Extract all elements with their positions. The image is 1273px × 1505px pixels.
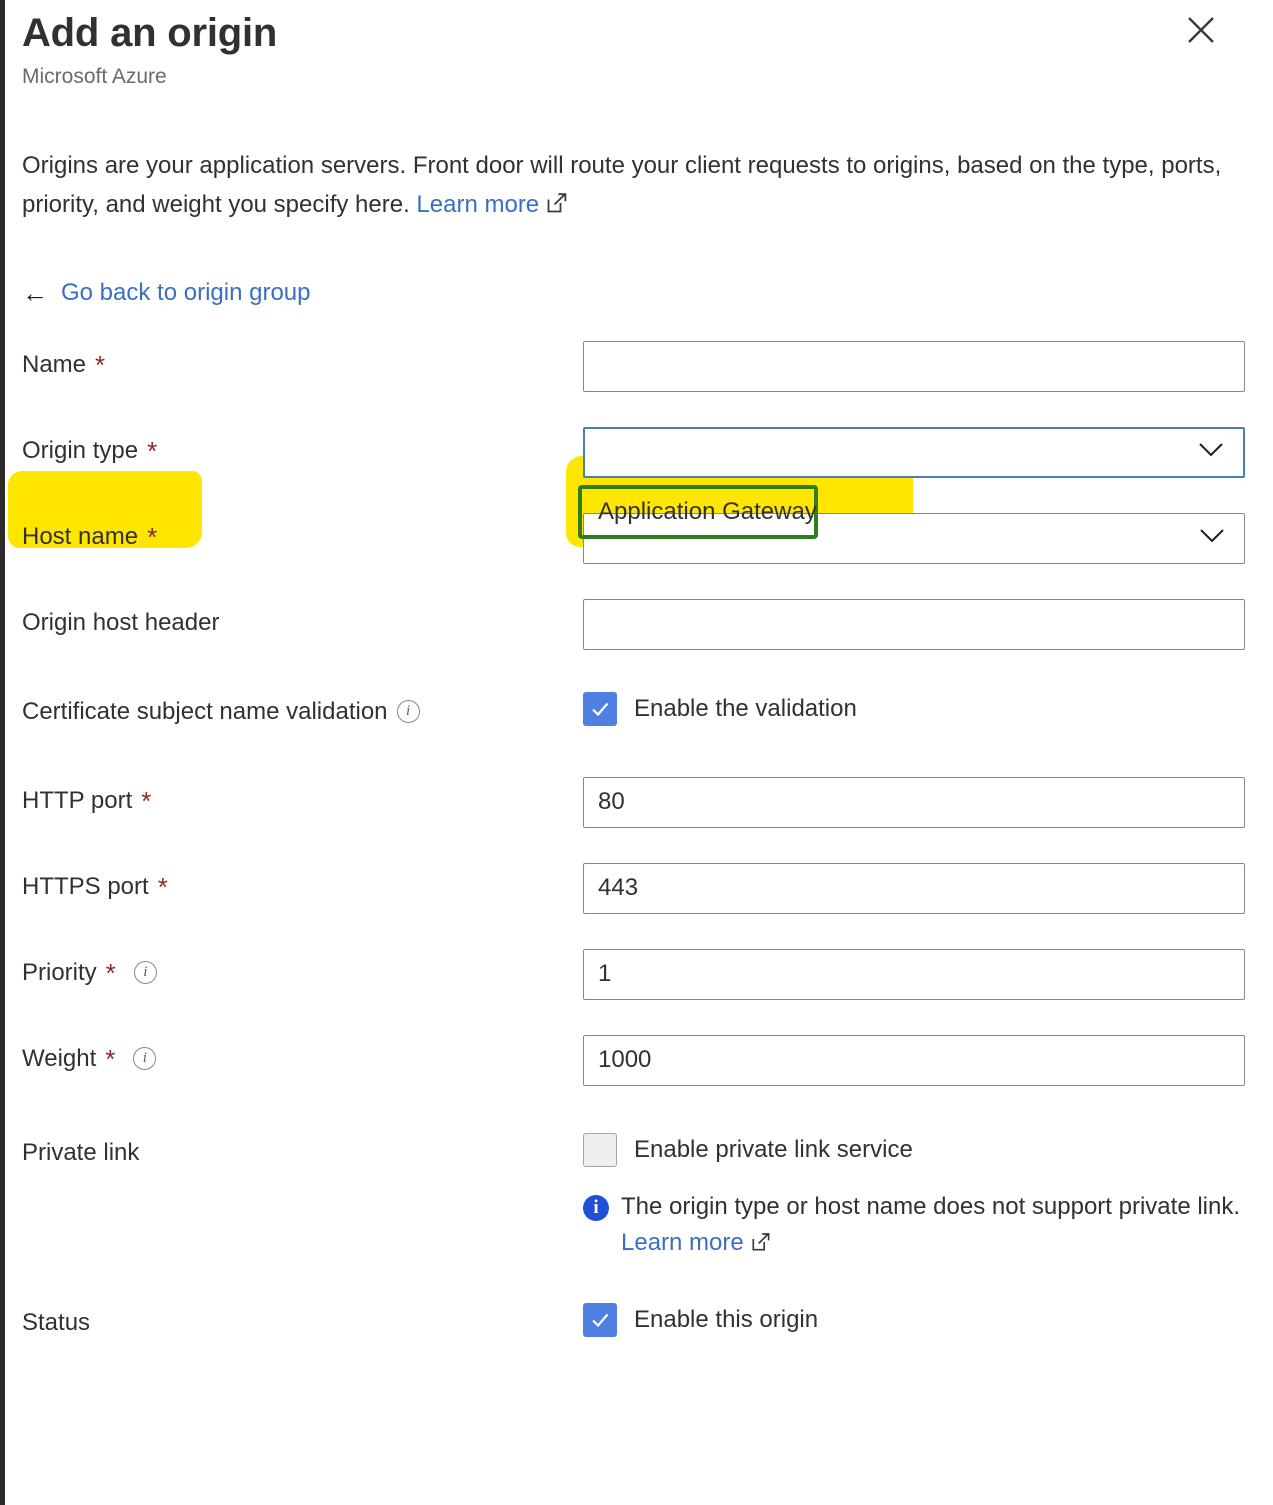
priority-required-asterisk: * (105, 957, 116, 988)
form-row-http-port: HTTP port * 80 (22, 776, 1249, 839)
close-button[interactable] (1179, 8, 1223, 52)
cert-validation-checkbox-label: Enable the validation (634, 694, 857, 722)
status-checkbox-label: Enable this origin (634, 1305, 819, 1333)
status-label-group: Status (22, 1299, 583, 1337)
https-port-value: 443 (598, 874, 639, 902)
status-checkbox[interactable] (583, 1302, 617, 1337)
name-label: Name (22, 350, 87, 378)
host-name-required-asterisk: * (147, 521, 158, 552)
status-checkbox-row[interactable]: Enable this origin (583, 1299, 1249, 1337)
private-link-label-group: Private link (22, 1129, 583, 1167)
form-row-origin-host-header: Origin host header (22, 598, 1249, 661)
form-row-priority: Priority * i 1 (22, 948, 1249, 1011)
form-row-cert-validation: Certificate subject name validation i En… (22, 688, 1249, 750)
private-link-message-text: The origin type or host name does not su… (621, 1192, 1241, 1220)
add-origin-panel: Add an origin Microsoft Azure Origins ar… (0, 0, 1273, 1505)
go-back-label: Go back to origin group (61, 278, 311, 306)
info-icon[interactable]: i (133, 1047, 157, 1071)
info-filled-icon: i (583, 1194, 609, 1221)
weight-required-asterisk: * (105, 1043, 116, 1074)
https-port-input[interactable]: 443 (583, 862, 1245, 914)
external-link-icon (546, 188, 568, 227)
private-link-checkbox-label: Enable private link service (634, 1135, 913, 1163)
origin-form: Name * Origin type * Application Gateway (22, 340, 1249, 1361)
host-name-label: Host name (22, 522, 139, 550)
cert-validation-checkbox-row[interactable]: Enable the validation (583, 688, 1249, 726)
chevron-down-icon (1197, 438, 1225, 466)
host-name-label-group: Host name * (22, 513, 583, 551)
private-link-checkbox-row[interactable]: Enable private link service (583, 1129, 1249, 1167)
weight-label: Weight (22, 1044, 97, 1072)
chevron-down-icon (1198, 524, 1226, 552)
left-edge-strip (0, 0, 5, 1505)
private-link-info-message: i The origin type or host name does not … (583, 1189, 1245, 1263)
name-required-asterisk: * (95, 349, 106, 380)
cert-validation-checkbox[interactable] (583, 691, 617, 726)
status-label: Status (22, 1308, 91, 1336)
origin-host-header-control (583, 598, 1249, 650)
private-link-label: Private link (22, 1138, 140, 1166)
form-row-origin-type: Origin type * Application Gateway (22, 426, 1249, 489)
priority-label: Priority (22, 958, 97, 986)
form-row-private-link: Private link Enable private link service… (22, 1129, 1249, 1263)
origin-type-dropdown[interactable]: Application Gateway (583, 426, 1245, 478)
form-row-weight: Weight * i 1000 (22, 1034, 1249, 1097)
name-control (583, 340, 1249, 392)
private-link-control: Enable private link service i The origin… (583, 1129, 1249, 1263)
http-port-input[interactable]: 80 (583, 776, 1245, 828)
https-port-label-group: HTTPS port * (22, 863, 583, 901)
http-port-label: HTTP port (22, 786, 133, 814)
http-port-required-asterisk: * (141, 785, 152, 816)
cert-validation-control: Enable the validation (583, 688, 1249, 726)
private-link-checkbox[interactable] (583, 1132, 617, 1167)
priority-control: 1 (583, 948, 1249, 1000)
page-title: Add an origin (22, 11, 278, 55)
origin-host-header-label-group: Origin host header (22, 599, 583, 637)
panel-description: Origins are your application servers. Fr… (22, 147, 1249, 227)
info-icon[interactable]: i (133, 961, 157, 985)
learn-more-link[interactable]: Learn more (416, 191, 539, 218)
cert-validation-label-group: Certificate subject name validation i (22, 688, 583, 726)
https-port-control: 443 (583, 862, 1249, 914)
status-control: Enable this origin (583, 1299, 1249, 1337)
http-port-control: 80 (583, 776, 1249, 828)
form-row-https-port: HTTPS port * 443 (22, 862, 1249, 925)
origin-type-label: Origin type (22, 436, 139, 464)
weight-input[interactable]: 1000 (583, 1034, 1245, 1086)
name-input[interactable] (583, 340, 1245, 392)
priority-input[interactable]: 1 (583, 948, 1245, 1000)
https-port-label: HTTPS port (22, 872, 149, 900)
origin-type-control: Application Gateway (583, 426, 1249, 478)
origin-type-required-asterisk: * (147, 435, 158, 466)
name-label-group: Name * (22, 341, 583, 379)
https-port-required-asterisk: * (157, 871, 168, 902)
form-row-name: Name * (22, 340, 1249, 403)
go-back-link[interactable]: ← Go back to origin group (22, 279, 310, 307)
description-text: Origins are your application servers. Fr… (22, 152, 1222, 218)
arrow-left-icon: ← (22, 277, 48, 308)
weight-value: 1000 (598, 1046, 652, 1074)
external-link-icon (751, 1227, 771, 1263)
origin-type-label-group: Origin type * (22, 427, 583, 465)
priority-value: 1 (598, 960, 612, 988)
origin-host-header-label: Origin host header (22, 608, 220, 636)
http-port-value: 80 (598, 788, 625, 816)
panel-header: Add an origin Microsoft Azure (22, 0, 1249, 89)
private-link-learn-more-link[interactable]: Learn more (621, 1229, 744, 1256)
private-link-message-body: The origin type or host name does not su… (621, 1189, 1245, 1263)
weight-control: 1000 (583, 1034, 1249, 1086)
origin-type-value-text: Application Gateway (598, 498, 817, 525)
page-subtitle: Microsoft Azure (22, 65, 167, 88)
http-port-label-group: HTTP port * (22, 777, 583, 815)
close-icon (1186, 15, 1216, 45)
origin-host-header-input[interactable] (583, 598, 1245, 650)
weight-label-group: Weight * i (22, 1035, 583, 1073)
priority-label-group: Priority * i (22, 949, 583, 987)
cert-validation-label: Certificate subject name validation (22, 697, 388, 725)
form-row-status: Status Enable this origin (22, 1299, 1249, 1361)
info-icon[interactable]: i (396, 700, 420, 724)
